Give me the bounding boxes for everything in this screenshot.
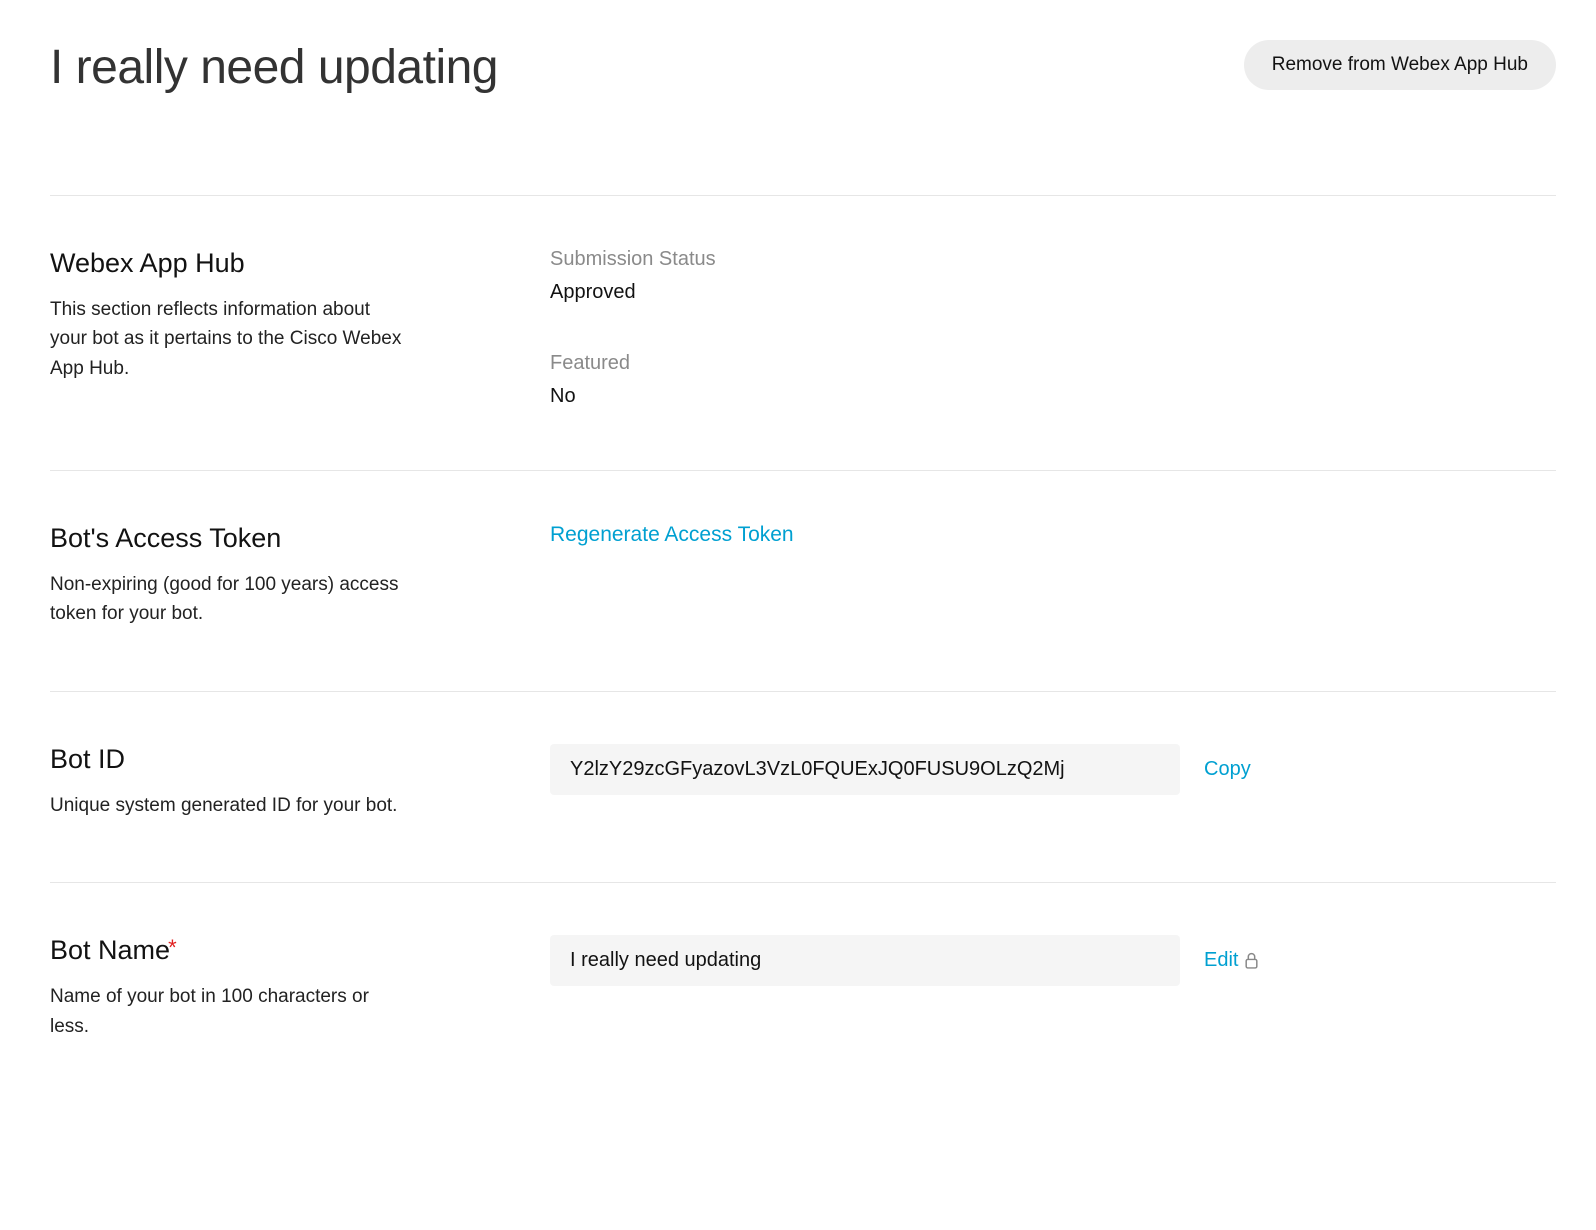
regenerate-token-link[interactable]: Regenerate Access Token [550, 523, 794, 546]
required-indicator: * [168, 935, 177, 960]
page-header: I really need updating Remove from Webex… [50, 40, 1556, 95]
edit-bot-name-link[interactable]: Edit [1204, 949, 1259, 972]
section-bot-name: Bot Name* Name of your bot in 100 charac… [50, 882, 1556, 1071]
featured-value: No [550, 385, 1556, 408]
section-title-apphub: Webex App Hub [50, 248, 490, 279]
lock-icon [1244, 952, 1259, 969]
page-title: I really need updating [50, 40, 498, 95]
section-desc-token: Non-expiring (good for 100 years) access… [50, 570, 410, 629]
edit-label: Edit [1204, 949, 1238, 972]
section-title-botname-text: Bot Name [50, 935, 170, 965]
remove-from-apphub-button[interactable]: Remove from Webex App Hub [1244, 40, 1556, 90]
section-access-token: Bot's Access Token Non-expiring (good fo… [50, 470, 1556, 691]
section-title-token: Bot's Access Token [50, 523, 490, 554]
section-bot-id: Bot ID Unique system generated ID for yo… [50, 691, 1556, 882]
section-desc-apphub: This section reflects information about … [50, 295, 410, 383]
bot-id-value: Y2lzY29zcGFyazovL3VzL0FQUExJQ0FUSU9OLzQ2… [550, 744, 1180, 795]
copy-bot-id-link[interactable]: Copy [1204, 758, 1251, 781]
section-title-botname: Bot Name* [50, 935, 490, 966]
submission-status-value: Approved [550, 281, 1556, 304]
submission-status-label: Submission Status [550, 248, 1556, 271]
section-webex-apphub: Webex App Hub This section reflects info… [50, 195, 1556, 470]
featured-label: Featured [550, 352, 1556, 375]
section-desc-botname: Name of your bot in 100 characters or le… [50, 982, 410, 1041]
section-desc-botid: Unique system generated ID for your bot. [50, 791, 410, 820]
section-title-botid: Bot ID [50, 744, 490, 775]
bot-name-value: I really need updating [550, 935, 1180, 986]
